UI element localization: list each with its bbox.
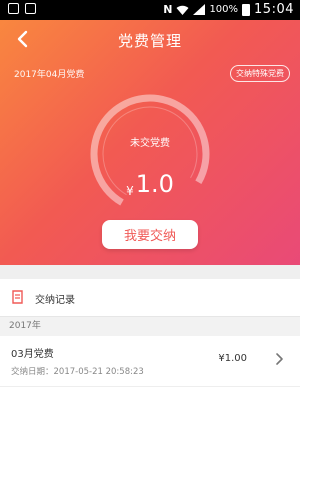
chevron-right-icon — [276, 353, 283, 365]
section-title: 交纳记录 — [35, 295, 75, 306]
payment-records-header: 交纳记录 — [0, 279, 300, 317]
wifi-icon — [176, 5, 189, 15]
pay-button[interactable]: 我要交纳 — [102, 220, 198, 249]
signal-icon — [193, 4, 206, 15]
year-group-label: 2017年 — [0, 317, 300, 336]
special-dues-button[interactable]: 交纳特殊党费 — [230, 65, 290, 82]
unpaid-dues-label: 未交党费 — [130, 138, 170, 149]
currency-symbol: ¥ — [126, 184, 134, 198]
section-divider — [0, 265, 300, 279]
unpaid-amount: ¥1.0 — [0, 170, 300, 198]
nfc-icon: N — [163, 3, 173, 16]
dues-summary-panel: 党费管理 2017年04月党费 交纳特殊党费 未交党费 ¥1.0 我要交纳 — [0, 20, 300, 265]
record-date: 交纳日期：2017-05-21 20:58:23 — [11, 367, 144, 377]
record-amount: ¥1.00 — [218, 353, 247, 364]
clock: 15:04 — [254, 2, 294, 17]
record-row[interactable]: 03月党费 交纳日期：2017-05-21 20:58:23 ¥1.00 — [0, 336, 300, 386]
record-title: 03月党费 — [11, 349, 54, 360]
month-label: 2017年04月党费 — [14, 70, 85, 80]
battery-level: 100% — [209, 4, 239, 15]
records-icon — [12, 290, 23, 304]
page-title: 党费管理 — [117, 32, 182, 50]
status-bar: N 100% 15:04 — [0, 0, 300, 20]
battery-icon — [242, 3, 251, 16]
amount-value: 1.0 — [135, 170, 174, 198]
notification-icon — [8, 3, 19, 14]
empty-area — [0, 386, 300, 501]
screenshot-icon — [25, 3, 36, 14]
